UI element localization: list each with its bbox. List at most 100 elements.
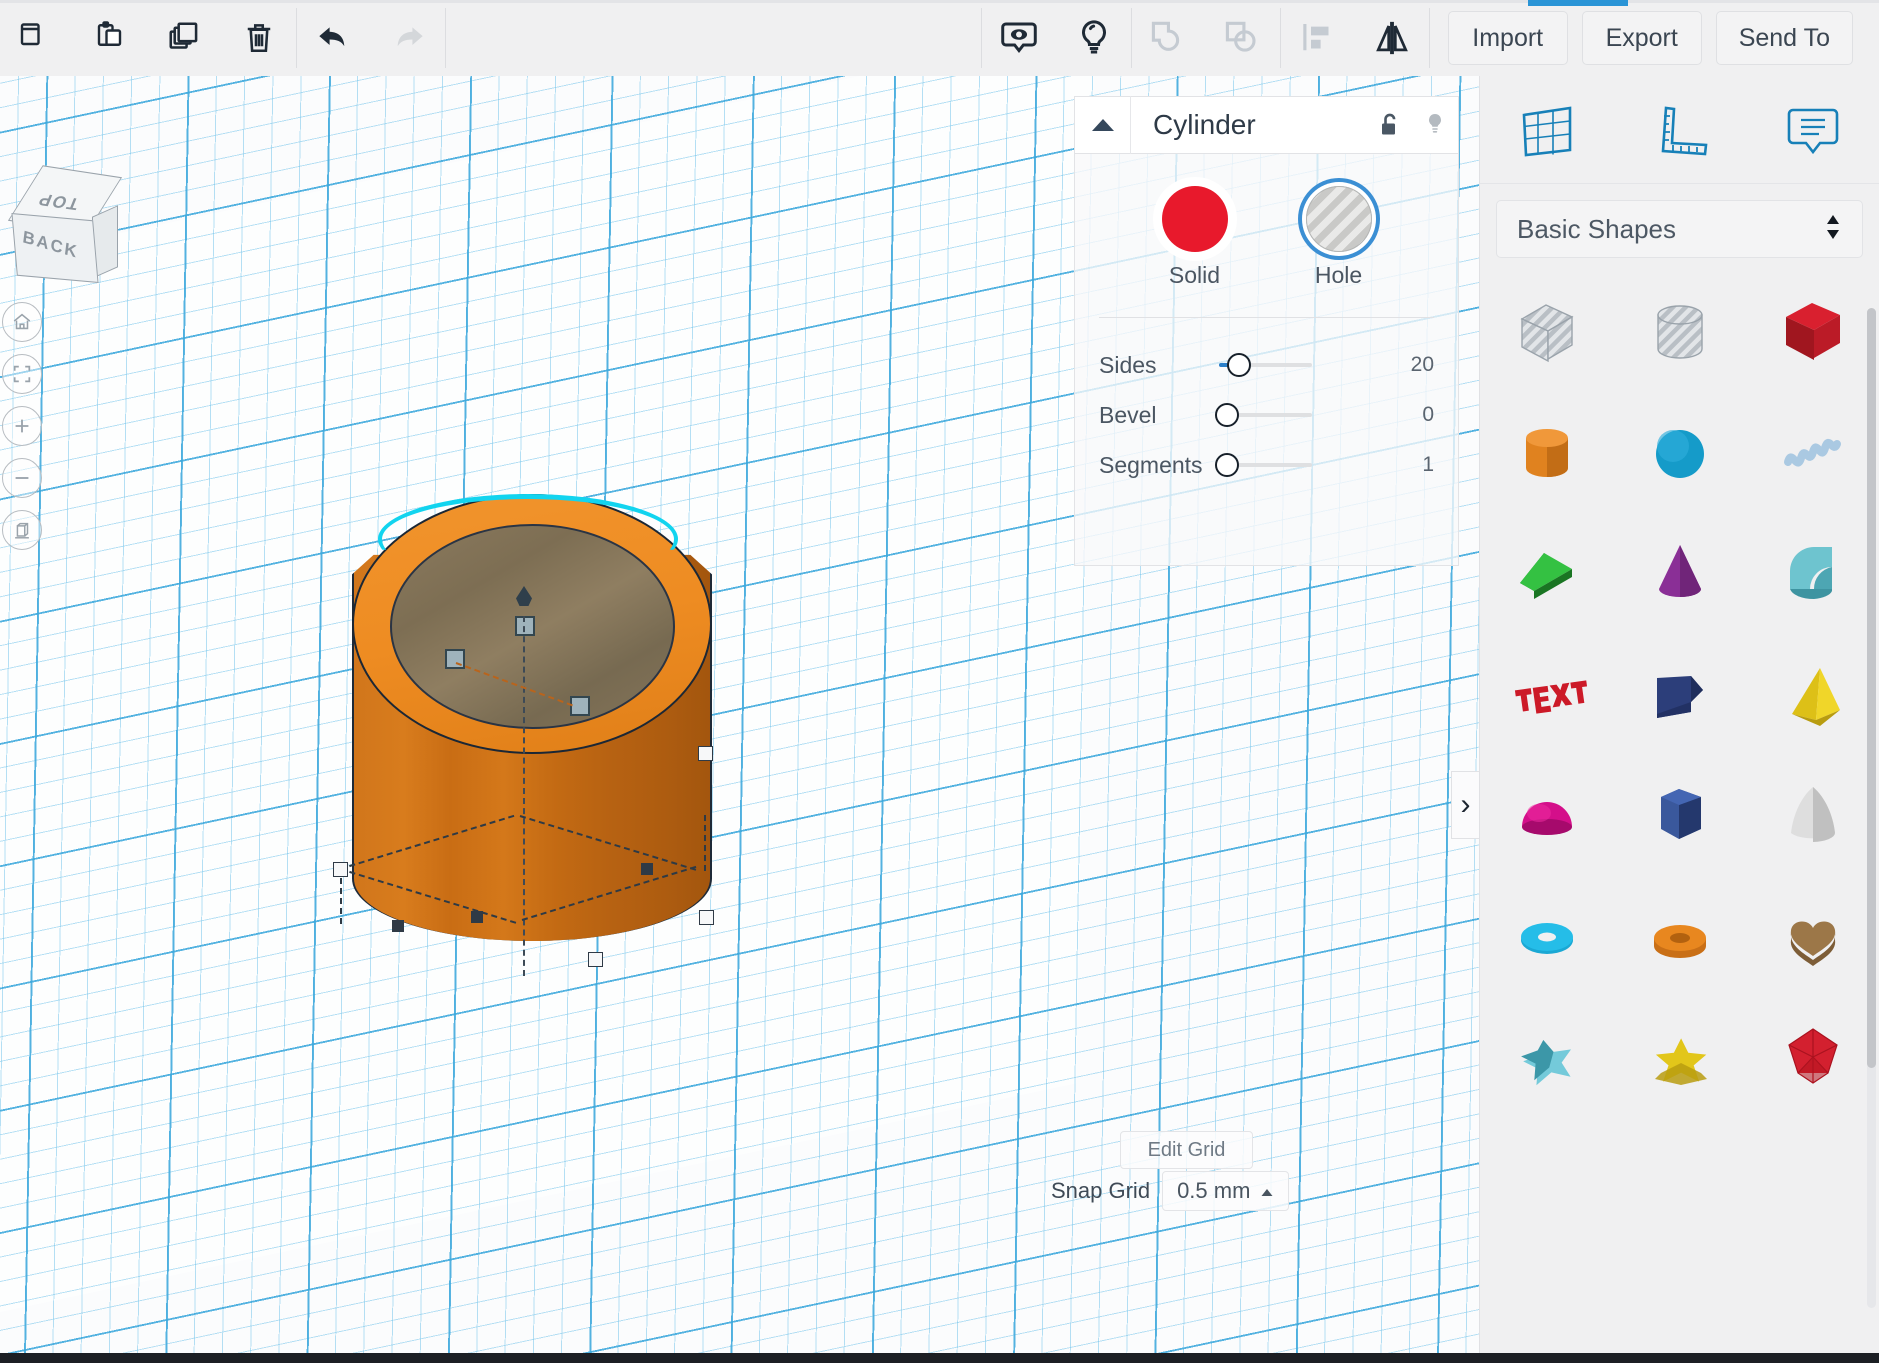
solid-color-swatch[interactable] [1161,186,1228,252]
send-to-button[interactable]: Send To [1715,11,1853,65]
shapes-sidebar: Basic Shapes [1479,76,1879,1363]
lightbulb-icon[interactable] [1412,96,1458,154]
shape-category-label: Basic Shapes [1517,213,1676,244]
shape-scribble[interactable] [1746,395,1879,510]
properties-body: Solid Hole Sides 20 Bevel 0 Segments 1 [1074,154,1459,566]
mode-hole[interactable]: Hole [1305,186,1372,289]
align-icon[interactable] [1281,0,1355,76]
shape-half-sphere[interactable] [1480,758,1613,873]
bevel-label: Bevel [1099,401,1157,428]
top-center-handle[interactable] [515,616,535,636]
snap-grid-select[interactable]: 0.5 mm [1162,1171,1290,1211]
cylinder-object[interactable] [330,476,730,976]
segments-slider[interactable] [1215,452,1372,478]
shape-cylinder[interactable] [1480,395,1613,510]
mode-hole-label: Hole [1314,262,1363,288]
bevel-value[interactable]: 0 [1372,403,1434,427]
shape-cone[interactable] [1613,516,1746,631]
history-tool-group [297,0,445,76]
group-tool-group [1132,0,1280,76]
view-controls [2,302,42,562]
panel-collapse-chevron-icon[interactable]: › [1451,771,1479,839]
shape-paraboloid[interactable] [1746,758,1879,873]
bevel-slider-knob[interactable] [1215,403,1239,427]
shape-star-5point[interactable] [1480,1000,1613,1115]
shape-pyramid[interactable] [1746,637,1879,752]
segments-slider-knob[interactable] [1215,453,1239,477]
view-cube[interactable]: TOP BACK [7,165,123,291]
snap-grid-value: 0.5 mm [1177,1178,1251,1203]
caret-up-icon [1260,1178,1274,1204]
bottom-status-bar [0,1353,1879,1363]
paste-icon[interactable] [74,0,148,76]
redo-icon[interactable] [371,0,445,76]
zoom-in-button[interactable] [2,406,42,446]
shape-heart[interactable] [1746,879,1879,994]
triangle-up-icon[interactable] [1075,96,1131,154]
mode-solid[interactable]: Solid [1161,186,1228,289]
top-toolbar: Import Export Send To [0,0,1879,76]
resize-handle-corner[interactable] [698,746,713,761]
ruler-icon[interactable] [1632,84,1728,176]
shape-icosahedron[interactable] [1746,1000,1879,1115]
shape-round-roof[interactable] [1746,516,1879,631]
shape-star-extrude[interactable] [1613,1000,1746,1115]
perspective-toggle-button[interactable] [2,510,42,550]
arrange-tool-group [1281,0,1429,76]
selbox-edge-right-front [519,815,697,871]
view-tool-group [982,0,1131,76]
shape-sphere[interactable] [1613,395,1746,510]
resize-handle-right[interactable] [699,910,714,925]
ungroup-icon[interactable] [1206,0,1280,76]
shape-torus[interactable] [1480,879,1613,994]
note-icon[interactable] [1765,84,1861,176]
shape-polygon[interactable] [1613,758,1746,873]
workplane-icon[interactable] [1499,84,1595,176]
hole-pattern-swatch[interactable] [1305,186,1372,252]
tinkercad-editor: Import Export Send To TOP BACK Edit Grid… [0,0,1879,1363]
export-button[interactable]: Export [1581,11,1702,65]
shape-mode-selector: Solid Hole [1075,154,1458,289]
import-button[interactable]: Import [1447,11,1568,65]
bevel-slider[interactable] [1215,402,1372,428]
shape-box-hole[interactable] [1480,274,1613,389]
resize-handle-back-right[interactable] [641,863,653,875]
resize-handle-front-left[interactable] [392,920,404,932]
shape-text[interactable] [1480,637,1613,752]
copy-icon[interactable] [0,0,74,76]
sidebar-scrollbar-thumb[interactable] [1867,308,1876,1068]
group-icon[interactable] [1132,0,1206,76]
slider-row-bevel: Bevel 0 [1099,390,1434,440]
shape-wedge[interactable] [1613,637,1746,752]
shape-tube[interactable] [1613,879,1746,994]
shape-cylinder-hole[interactable] [1613,274,1746,389]
shape-box[interactable] [1746,274,1879,389]
resize-handle-front-center[interactable] [471,911,483,923]
duplicate-icon[interactable] [148,0,222,76]
sides-value[interactable]: 20 [1372,353,1434,377]
home-view-button[interactable] [2,302,42,342]
mode-solid-label: Solid [1168,262,1221,288]
edit-grid-button[interactable]: Edit Grid [1120,1131,1253,1169]
undo-icon[interactable] [297,0,371,76]
zoom-out-button[interactable] [2,458,42,498]
fit-view-button[interactable] [2,354,42,394]
selbox-edge-left-back [339,868,517,924]
resize-handle-bottom[interactable] [588,952,603,967]
properties-header: Cylinder [1074,96,1459,154]
lightbulb-icon[interactable] [1057,0,1131,76]
shape-properties-panel: Cylinder Solid Hole Sides 20 Bevel 0 Seg… [1074,96,1459,566]
selbox-edge-left-front [339,814,515,870]
unlocked-padlock-icon[interactable] [1366,96,1412,154]
mirror-icon[interactable] [1355,0,1429,76]
delete-icon[interactable] [222,0,296,76]
selbox-edge-right-back [521,865,697,921]
sides-slider-knob[interactable] [1227,353,1251,377]
shape-roof[interactable] [1480,516,1613,631]
shape-category-select[interactable]: Basic Shapes [1496,200,1863,258]
segments-label: Segments [1099,451,1203,478]
segments-value[interactable]: 1 [1372,453,1434,477]
sides-slider[interactable] [1219,352,1372,378]
show-hide-icon[interactable] [982,0,1056,76]
resize-handle-left[interactable] [333,862,348,877]
